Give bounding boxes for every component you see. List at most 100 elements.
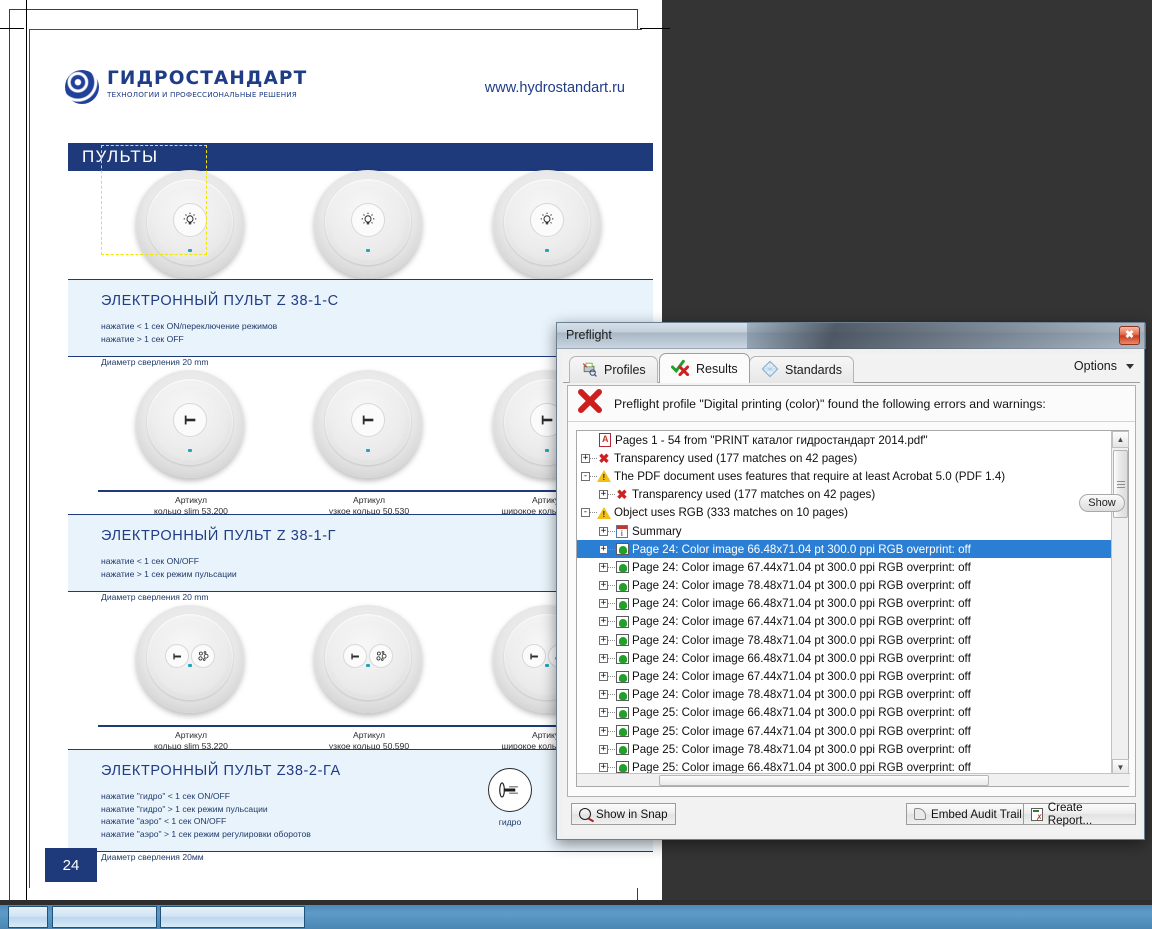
- tree-expander[interactable]: +: [599, 653, 608, 663]
- tree-line: [608, 730, 615, 732]
- close-icon[interactable]: ✖: [1119, 326, 1140, 345]
- tree-row-label: The PDF document uses features that requ…: [614, 469, 1006, 483]
- tree-row[interactable]: + Page 24: Color image 67.44x71.04 pt 300…: [577, 667, 1111, 685]
- tree-line: [590, 475, 597, 477]
- led-indicator: [545, 664, 549, 667]
- tree-expander[interactable]: +: [599, 635, 608, 645]
- vertical-guide-line: [26, 0, 27, 929]
- tree-expander[interactable]: -: [581, 508, 590, 518]
- water-jet-icon: [488, 768, 532, 812]
- tree-expander[interactable]: +: [599, 690, 608, 700]
- tree-row[interactable]: + Page 25: Color image 78.48x71.04 pt 300…: [577, 740, 1111, 758]
- tree-expander[interactable]: +: [599, 672, 608, 682]
- company-name: ГИДРОСТАНДАРТ: [107, 68, 308, 89]
- dialog-titlebar[interactable]: Preflight ✖: [557, 323, 1146, 349]
- light-bulb-icon: [530, 203, 564, 237]
- tree-row-label: Page 24: Color image 67.44x71.04 pt 300.…: [632, 670, 971, 684]
- results-tree-container[interactable]: Pages 1 - 54 from "PRINT каталог гидрост…: [576, 430, 1130, 787]
- tree-expander[interactable]: +: [599, 599, 608, 609]
- tree-expander[interactable]: +: [599, 490, 608, 500]
- preflight-dialog[interactable]: Preflight ✖ Profiles Results Standards O…: [556, 322, 1146, 840]
- aero-bubbles-icon: [369, 644, 393, 668]
- knob-1-2: [314, 170, 424, 280]
- water-jet-icon: [522, 644, 546, 668]
- options-menu-button[interactable]: Options: [1074, 359, 1134, 373]
- tree-line: [608, 712, 615, 714]
- product-diameter-3: Диаметр сверления 20мм: [101, 852, 204, 862]
- tree-row-label: Object uses RGB (333 matches on 10 pages…: [614, 506, 848, 520]
- tree-row[interactable]: + Page 25: Color image 66.48x71.04 pt 300…: [577, 704, 1111, 722]
- divider: [98, 490, 623, 492]
- stamp-icon: [914, 808, 926, 820]
- tree-expander[interactable]: +: [599, 617, 608, 627]
- knob-2-2: [314, 370, 424, 480]
- tree-expander[interactable]: +: [599, 562, 608, 572]
- website-url: www.hydrostandart.ru: [484, 80, 625, 96]
- tree-expander[interactable]: +: [599, 708, 608, 718]
- summary-icon: [616, 524, 628, 538]
- tree-expander[interactable]: +: [599, 544, 608, 554]
- tree-row[interactable]: + Page 24: Color image 78.48x71.04 pt 300…: [577, 631, 1111, 649]
- tree-row-label: Page 25: Color image 78.48x71.04 pt 300.…: [632, 742, 971, 756]
- light-bulb-icon: [351, 203, 385, 237]
- tree-vertical-scrollbar[interactable]: ▲ ▼: [1111, 431, 1129, 776]
- show-button[interactable]: Show: [1079, 494, 1125, 512]
- tree-row[interactable]: + Page 24: Color image 67.44x71.04 pt 300…: [577, 613, 1111, 631]
- tree-expander[interactable]: +: [599, 526, 608, 536]
- tab-bar: Profiles Results Standards Options: [563, 353, 1140, 383]
- tree-row[interactable]: + Page 24: Color image 67.44x71.04 pt 300…: [577, 558, 1111, 576]
- tree-expander[interactable]: +: [599, 581, 608, 591]
- scroll-up-arrow[interactable]: ▲: [1112, 431, 1129, 448]
- tab-results[interactable]: Results: [659, 353, 750, 383]
- tree-row[interactable]: + Page 24: Color image 66.48x71.04 pt 300…: [577, 540, 1111, 559]
- taskbar-top-strip: [0, 900, 1152, 905]
- tree-expander[interactable]: +: [581, 453, 590, 463]
- tree-row[interactable]: + Page 24: Color image 78.48x71.04 pt 300…: [577, 577, 1111, 595]
- show-in-snap-button[interactable]: Show in Snap: [571, 803, 676, 825]
- article-label: Артикул: [352, 730, 386, 740]
- diamond-standards-icon: [761, 360, 779, 381]
- results-panel: Preflight profile "Digital printing (col…: [567, 385, 1136, 797]
- tab-standards[interactable]: Standards: [749, 356, 854, 383]
- tree-row[interactable]: + Summary: [577, 522, 1111, 540]
- tree-expander[interactable]: +: [599, 762, 608, 772]
- tree-line: [608, 566, 615, 568]
- tab-profiles-label: Profiles: [604, 363, 646, 377]
- tree-row[interactable]: - The PDF document uses features that req…: [577, 467, 1111, 485]
- tree-line: [608, 748, 615, 750]
- create-report-button[interactable]: Create Report...: [1023, 801, 1136, 827]
- tree-row[interactable]: + ✖ Transparency used (177 matches on 42 p…: [577, 449, 1111, 467]
- tree-expander[interactable]: +: [599, 726, 608, 736]
- tree-row[interactable]: - Object uses RGB (333 matches on 10 page…: [577, 504, 1111, 522]
- crop-mark-top-right: [640, 28, 670, 29]
- warning-icon: [597, 470, 611, 483]
- tree-row[interactable]: + ✖ Transparency used (177 matches on 42 p…: [577, 486, 1111, 504]
- horizontal-scroll-thumb[interactable]: [659, 775, 989, 786]
- tree-line: [590, 512, 597, 514]
- tree-row-label: Page 24: Color image 78.48x71.04 pt 300.…: [632, 633, 971, 647]
- taskbar-button-1[interactable]: [8, 906, 48, 928]
- taskbar[interactable]: [0, 900, 1152, 929]
- tree-row[interactable]: Pages 1 - 54 from "PRINT каталог гидрост…: [577, 431, 1111, 449]
- tree-horizontal-scrollbar[interactable]: [577, 773, 1130, 786]
- tree-line: [608, 585, 615, 587]
- tree-row[interactable]: + Page 24: Color image 66.48x71.04 pt 300…: [577, 595, 1111, 613]
- taskbar-button-2[interactable]: [52, 906, 157, 928]
- tree-row[interactable]: + Page 24: Color image 78.48x71.04 pt 300…: [577, 686, 1111, 704]
- tree-expander[interactable]: -: [581, 471, 590, 481]
- tree-row[interactable]: + Page 24: Color image 66.48x71.04 pt 300…: [577, 649, 1111, 667]
- embed-audit-trail-button[interactable]: Embed Audit Trail...: [906, 803, 1040, 825]
- tree-row[interactable]: + Page 25: Color image 67.44x71.04 pt 300…: [577, 722, 1111, 740]
- aero-bubbles-icon: [191, 644, 215, 668]
- selection-marquee[interactable]: [101, 145, 207, 255]
- image-icon: [615, 761, 629, 774]
- tree-row-label: Page 24: Color image 66.48x71.04 pt 300.…: [632, 651, 971, 665]
- tree-row-label: Page 24: Color image 66.48x71.04 pt 300.…: [632, 542, 971, 556]
- results-tree[interactable]: Pages 1 - 54 from "PRINT каталог гидрост…: [577, 431, 1111, 776]
- tree-line: [608, 639, 615, 641]
- taskbar-button-3[interactable]: [160, 906, 305, 928]
- knob-2-1: [136, 370, 246, 480]
- tree-expander[interactable]: +: [599, 744, 608, 754]
- tab-profiles[interactable]: Profiles: [569, 356, 658, 383]
- error-icon: ✖: [598, 450, 610, 466]
